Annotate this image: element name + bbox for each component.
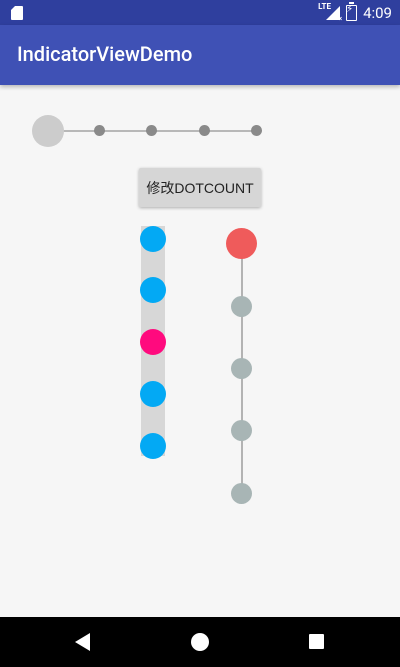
sd-card-icon — [11, 6, 23, 20]
indicator-dot[interactable] — [231, 420, 252, 441]
indicator-dot[interactable] — [146, 125, 157, 136]
change-dotcount-button[interactable]: 修改DOTCOUNT — [139, 168, 261, 207]
indicator-dot[interactable] — [199, 125, 210, 136]
indicator-dot[interactable] — [94, 125, 105, 136]
no-data-icon: × — [338, 14, 343, 23]
indicator-dot-selected[interactable] — [140, 329, 166, 355]
lte-signal-icon: LTE × — [318, 2, 343, 23]
indicator-dot[interactable] — [231, 358, 252, 379]
indicator-dot[interactable] — [231, 296, 252, 317]
recents-icon[interactable] — [309, 634, 324, 649]
status-time: 4:09 — [363, 3, 392, 22]
indicator-dot[interactable] — [231, 483, 252, 504]
app-title: IndicatorViewDemo — [17, 42, 193, 66]
status-icons: LTE × 4:09 — [318, 0, 392, 25]
indicator-dot-selected[interactable] — [226, 228, 257, 259]
indicator-dot[interactable] — [251, 125, 262, 136]
battery-charging-icon — [346, 1, 358, 21]
indicator-dot[interactable] — [140, 277, 166, 303]
indicator-dot-selected[interactable] — [32, 115, 64, 147]
indicator-dot[interactable] — [140, 226, 166, 252]
indicator-dot[interactable] — [140, 381, 166, 407]
navigation-bar — [0, 617, 400, 667]
app-bar: IndicatorViewDemo — [0, 25, 400, 85]
status-bar: LTE × 4:09 — [0, 0, 400, 25]
back-icon[interactable] — [75, 633, 90, 651]
indicator-dot[interactable] — [140, 433, 166, 459]
home-icon[interactable] — [191, 633, 209, 651]
